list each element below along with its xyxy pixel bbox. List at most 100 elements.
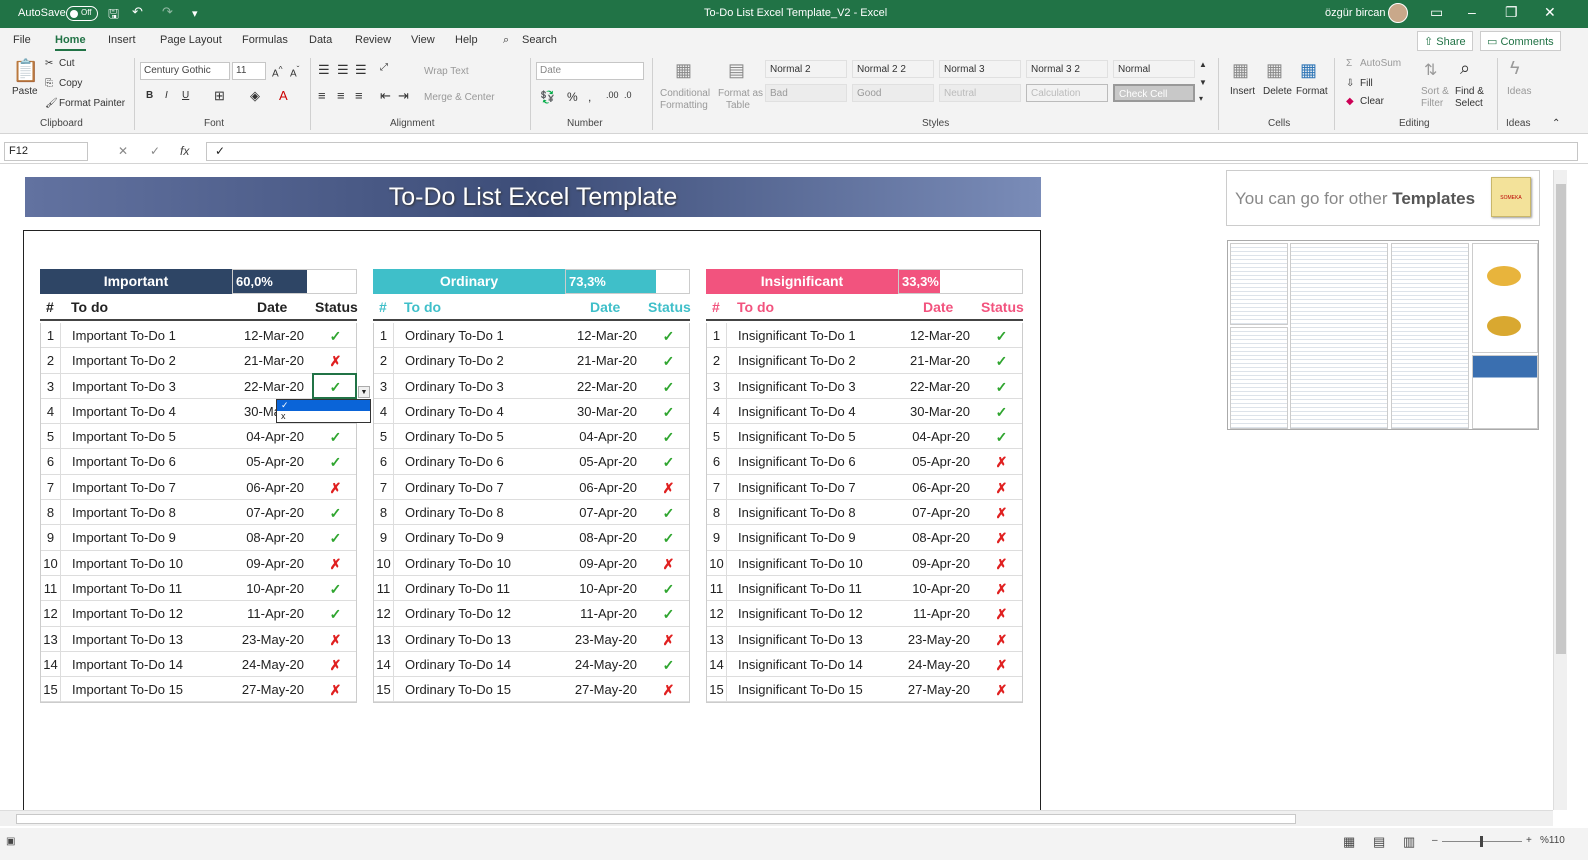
table-row[interactable]: 11 Insignificant To-Do 11 10-Apr-20 ✗	[707, 575, 1024, 602]
task-status[interactable]: ✓	[646, 429, 691, 446]
table-row[interactable]: 6 Ordinary To-Do 6 05-Apr-20 ✓	[374, 449, 689, 475]
task-date[interactable]: 07-Apr-20	[900, 505, 970, 520]
zoom-out-icon[interactable]: –	[1432, 835, 1438, 846]
table-row[interactable]: 15 Important To-Do 15 27-May-20 ✗	[41, 677, 356, 703]
task-status[interactable]: ✓	[979, 379, 1024, 396]
percent-icon[interactable]: %	[567, 90, 578, 104]
task-date[interactable]: 09-Apr-20	[234, 556, 304, 571]
task-name[interactable]: Insignificant To-Do 12	[738, 606, 863, 621]
task-name[interactable]: Insignificant To-Do 10	[738, 556, 863, 571]
fill-icon[interactable]: ⇩	[1346, 78, 1354, 89]
task-date[interactable]: 09-Apr-20	[567, 556, 637, 571]
font-size-select[interactable]: 11	[232, 62, 266, 80]
task-date[interactable]: 23-May-20	[234, 632, 304, 647]
table-row[interactable]: 15 Ordinary To-Do 15 27-May-20 ✗	[374, 677, 689, 703]
task-date[interactable]: 06-Apr-20	[567, 480, 637, 495]
zoom-level[interactable]: %110	[1540, 835, 1565, 846]
align-top-icon[interactable]: ☰	[318, 62, 330, 78]
task-status[interactable]: ✗	[979, 581, 1024, 598]
task-date[interactable]: 30-Mar-20	[567, 404, 637, 419]
tab-data[interactable]: Data	[309, 34, 332, 46]
table-row[interactable]: 7 Ordinary To-Do 7 06-Apr-20 ✗	[374, 474, 691, 501]
task-date[interactable]: 07-Apr-20	[234, 505, 304, 520]
clear-icon[interactable]: ◆	[1346, 96, 1354, 107]
task-date[interactable]: 10-Apr-20	[900, 581, 970, 596]
task-status[interactable]: ✗	[979, 632, 1024, 649]
underline-button[interactable]: U	[182, 90, 189, 101]
task-date[interactable]: 24-May-20	[567, 657, 637, 672]
task-date[interactable]: 05-Apr-20	[567, 454, 637, 469]
table-row[interactable]: 14 Ordinary To-Do 14 24-May-20 ✓	[374, 651, 691, 678]
task-date[interactable]: 22-Mar-20	[234, 379, 304, 394]
fill-button[interactable]: Fill	[1360, 78, 1373, 89]
task-status[interactable]: ✗	[313, 556, 358, 573]
fill-color-icon[interactable]: ◈	[250, 88, 260, 104]
table-row[interactable]: 7 Insignificant To-Do 7 06-Apr-20 ✗	[707, 474, 1022, 501]
task-name[interactable]: Insignificant To-Do 3	[738, 379, 856, 394]
increase-decimal-icon[interactable]: .00	[606, 90, 619, 100]
task-date[interactable]: 06-Apr-20	[900, 480, 970, 495]
table-row[interactable]: 11 Important To-Do 11 10-Apr-20 ✓	[41, 575, 356, 602]
task-date[interactable]: 22-Mar-20	[567, 379, 637, 394]
table-row[interactable]: 5 Important To-Do 5 04-Apr-20 ✓	[41, 424, 358, 450]
task-status[interactable]: ✓	[646, 657, 691, 674]
format-painter-button[interactable]: Format Painter	[59, 98, 125, 109]
task-name[interactable]: Important To-Do 7	[72, 480, 176, 495]
autosave-toggle[interactable]: Off	[66, 6, 98, 21]
ideas-icon[interactable]: ϟ	[1510, 58, 1520, 79]
restore-icon[interactable]: ❐	[1505, 4, 1518, 21]
table-row[interactable]: 12 Insignificant To-Do 12 11-Apr-20 ✗	[707, 601, 1024, 627]
task-status[interactable]: ✗	[646, 480, 691, 497]
task-name[interactable]: Important To-Do 6	[72, 454, 176, 469]
task-date[interactable]: 27-May-20	[234, 682, 304, 697]
task-status[interactable]: ✓	[646, 505, 691, 522]
task-status[interactable]: ✗	[979, 606, 1024, 623]
table-row[interactable]: 10 Insignificant To-Do 10 09-Apr-20 ✗	[707, 550, 1024, 576]
task-date[interactable]: 21-Mar-20	[900, 353, 970, 368]
wrap-text-button[interactable]: Wrap Text	[424, 66, 469, 77]
task-status[interactable]: ✗	[979, 556, 1024, 573]
table-row[interactable]: 14 Important To-Do 14 24-May-20 ✗	[41, 651, 356, 678]
task-name[interactable]: Important To-Do 10	[72, 556, 183, 571]
decrease-indent-icon[interactable]: ⇤	[380, 88, 391, 104]
task-status[interactable]: ✗	[979, 505, 1024, 522]
style-calculation[interactable]: Calculation	[1026, 84, 1108, 102]
style-normal[interactable]: Normal	[1113, 60, 1195, 78]
task-status[interactable]: ✓	[313, 328, 358, 345]
table-row[interactable]: 13 Insignificant To-Do 13 23-May-20 ✗	[707, 626, 1024, 652]
table-row[interactable]: 3 Ordinary To-Do 3 22-Mar-20 ✓	[374, 373, 689, 399]
status-dropdown[interactable]: ✓ x	[276, 399, 371, 423]
borders-icon[interactable]: ⊞	[214, 88, 225, 104]
style-normal-2[interactable]: Normal 2	[765, 60, 847, 78]
task-date[interactable]: 05-Apr-20	[900, 454, 970, 469]
align-left-icon[interactable]: ≡	[318, 88, 326, 103]
tab-view[interactable]: View	[411, 34, 435, 46]
align-middle-icon[interactable]: ☰	[337, 62, 349, 78]
task-date[interactable]: 12-Mar-20	[234, 328, 304, 343]
autosum-button[interactable]: AutoSum	[1360, 58, 1401, 69]
task-name[interactable]: Ordinary To-Do 11	[405, 581, 510, 596]
task-date[interactable]: 09-Apr-20	[900, 556, 970, 571]
tab-formulas[interactable]: Formulas	[242, 34, 288, 46]
minimize-icon[interactable]: –	[1468, 4, 1476, 20]
styles-more-icon[interactable]: ▾	[1199, 94, 1203, 103]
task-name[interactable]: Ordinary To-Do 4	[405, 404, 504, 419]
task-status[interactable]: ✗	[313, 632, 358, 649]
table-row[interactable]: 12 Important To-Do 12 11-Apr-20 ✓	[41, 601, 356, 627]
task-name[interactable]: Important To-Do 11	[72, 581, 182, 596]
ideas-button[interactable]: Ideas	[1507, 86, 1531, 97]
table-row[interactable]: 9 Ordinary To-Do 9 08-Apr-20 ✓	[374, 525, 689, 551]
redo-icon[interactable]: ↷	[162, 4, 173, 20]
task-date[interactable]: 07-Apr-20	[567, 505, 637, 520]
task-status[interactable]: ✓	[313, 429, 358, 446]
table-row[interactable]: 1 Important To-Do 1 12-Mar-20 ✓	[41, 323, 358, 349]
task-date[interactable]: 11-Apr-20	[567, 606, 637, 621]
tab-help[interactable]: Help	[455, 34, 478, 46]
insert-function-icon[interactable]: fx	[180, 144, 189, 158]
task-name[interactable]: Important To-Do 8	[72, 505, 176, 520]
task-status[interactable]: ✓	[313, 454, 358, 471]
zoom-slider-thumb[interactable]	[1480, 836, 1483, 847]
task-date[interactable]: 23-May-20	[900, 632, 970, 647]
cut-button[interactable]: Cut	[59, 58, 75, 69]
format-as-table-icon[interactable]: ▤	[728, 60, 745, 81]
